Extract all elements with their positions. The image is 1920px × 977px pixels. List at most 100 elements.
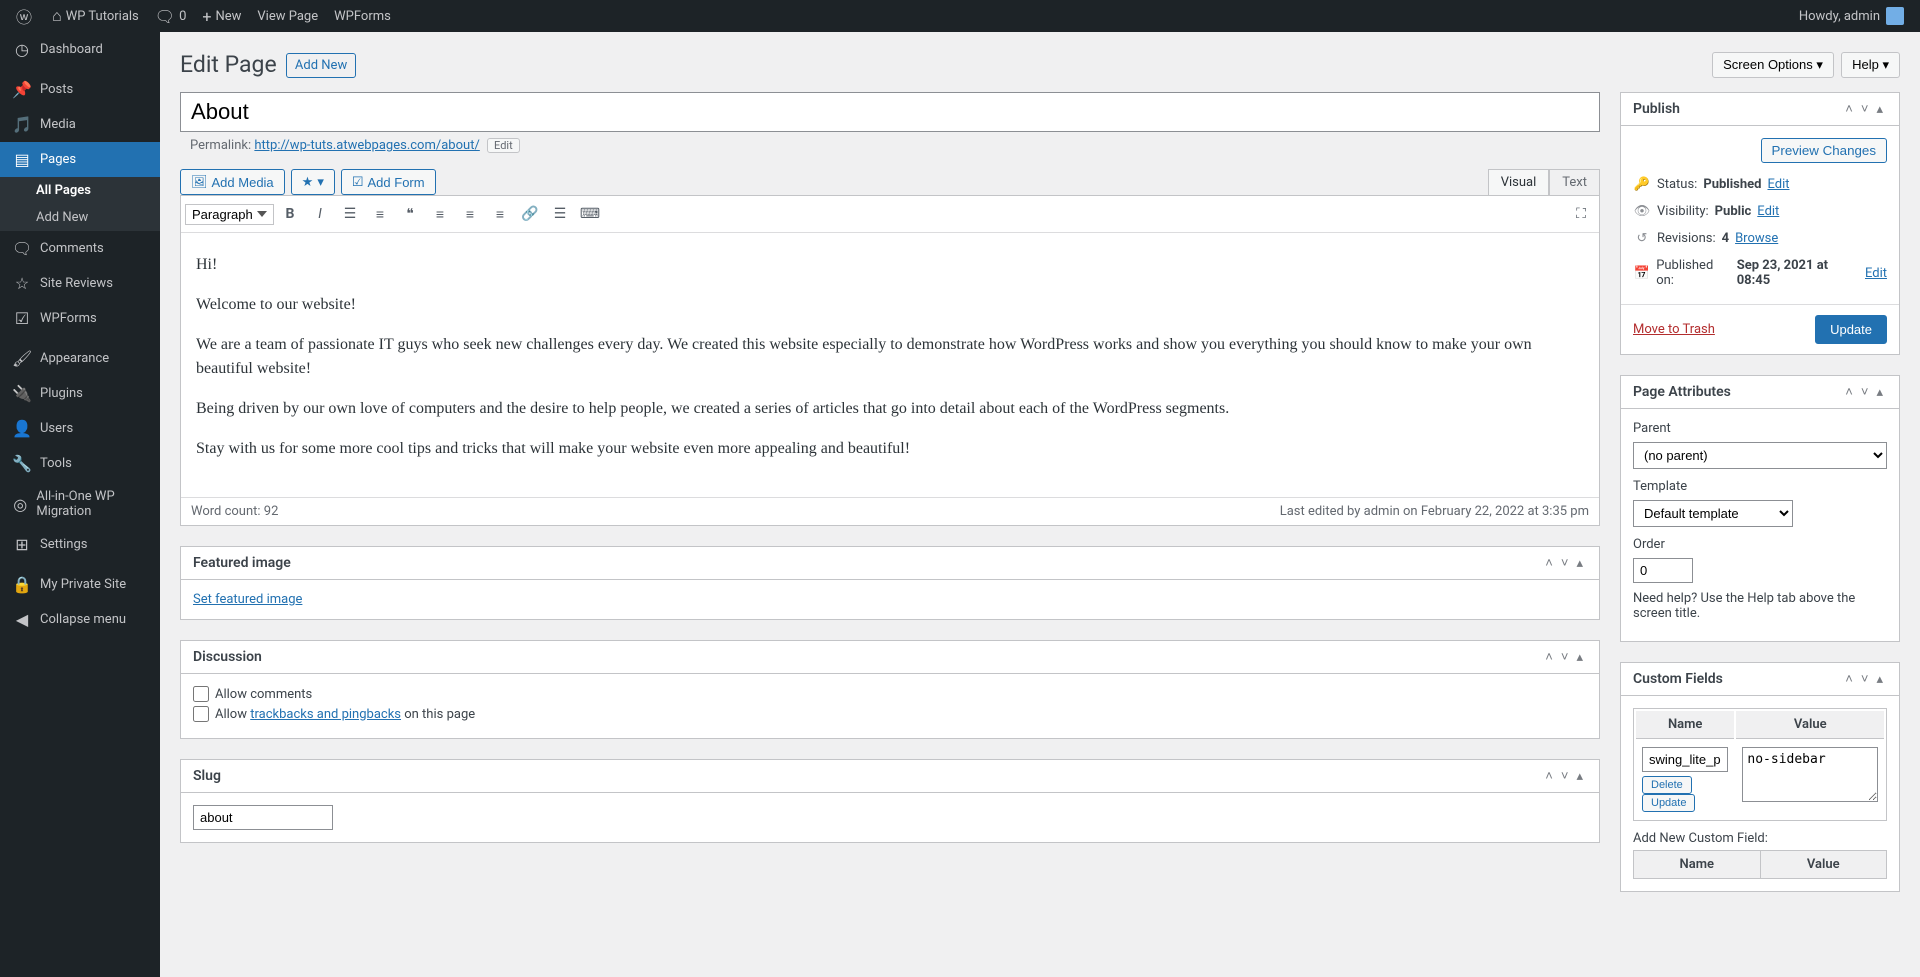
slug-input[interactable] — [193, 805, 333, 830]
menu-wpforms[interactable]: ☑WPForms — [0, 301, 160, 336]
fullscreen-button[interactable]: ⛶ — [1567, 200, 1595, 228]
wordpress-icon: ⓦ — [16, 4, 32, 28]
panel-down-icon[interactable]: ˅ — [1857, 101, 1873, 117]
visual-tab[interactable]: Visual — [1488, 169, 1550, 195]
ol-button[interactable]: ≡ — [366, 200, 394, 228]
panel-up-icon[interactable]: ˄ — [1841, 671, 1857, 687]
menu-comments[interactable]: 🗨Comments — [0, 231, 160, 266]
panel-toggle-icon[interactable]: ▴ — [1872, 385, 1887, 400]
edit-visibility-link[interactable]: Edit — [1757, 204, 1779, 219]
cf-value-textarea[interactable]: no-sidebar — [1742, 747, 1878, 802]
link-button[interactable]: 🔗 — [516, 200, 544, 228]
panel-toggle-icon[interactable]: ▴ — [1872, 672, 1887, 687]
toggle-toolbar-button[interactable]: ⌨ — [576, 200, 604, 228]
allow-trackbacks-checkbox[interactable] — [193, 706, 209, 722]
panel-down-icon[interactable]: ˅ — [1857, 671, 1873, 687]
submenu-add-new[interactable]: Add New — [0, 204, 160, 231]
editor-body[interactable]: Hi! Welcome to our website! We are a tea… — [181, 233, 1599, 497]
help-button[interactable]: Help ▾ — [1841, 52, 1900, 78]
preview-changes-button[interactable]: Preview Changes — [1761, 138, 1887, 163]
panel-up-icon[interactable]: ˄ — [1541, 768, 1557, 784]
menu-appearance[interactable]: 🖌Appearance — [0, 341, 160, 376]
permalink-url[interactable]: http://wp-tuts.atwebpages.com/about/ — [254, 138, 479, 153]
submenu-all-pages[interactable]: All Pages — [0, 177, 160, 204]
collapse-icon: ◀ — [12, 610, 32, 629]
new-content-link[interactable]: +New — [194, 0, 249, 32]
admin-menu: ◷Dashboard 📌Posts 🎵Media ▤Pages All Page… — [0, 32, 160, 637]
menu-pages[interactable]: ▤Pages — [0, 142, 160, 177]
cf-update-button[interactable]: Update — [1642, 794, 1695, 812]
star-dropdown-button[interactable]: ★▾ — [291, 169, 335, 195]
edit-slug-button[interactable]: Edit — [487, 138, 520, 153]
move-to-trash-link[interactable]: Move to Trash — [1633, 322, 1715, 337]
menu-dashboard[interactable]: ◷Dashboard — [0, 32, 160, 67]
slug-title: Slug — [193, 768, 1541, 784]
dashboard-icon: ◷ — [12, 40, 32, 59]
browse-revisions-link[interactable]: Browse — [1735, 231, 1778, 246]
user-icon: 👤 — [12, 419, 32, 438]
menu-plugins[interactable]: 🔌Plugins — [0, 376, 160, 411]
panel-up-icon[interactable]: ˄ — [1841, 384, 1857, 400]
word-count: Word count: 92 — [191, 504, 278, 519]
site-name-link[interactable]: ⌂WP Tutorials — [44, 0, 147, 32]
panel-toggle-icon[interactable]: ▴ — [1572, 556, 1587, 571]
edit-date-link[interactable]: Edit — [1865, 266, 1887, 281]
menu-site-reviews[interactable]: ☆Site Reviews — [0, 266, 160, 301]
title-input[interactable] — [180, 92, 1600, 132]
ul-button[interactable]: ☰ — [336, 200, 364, 228]
menu-users[interactable]: 👤Users — [0, 411, 160, 446]
panel-up-icon[interactable]: ˄ — [1841, 101, 1857, 117]
add-form-button[interactable]: ☑Add Form — [341, 169, 436, 195]
bold-button[interactable]: B — [276, 200, 304, 228]
home-icon: ⌂ — [52, 6, 62, 26]
panel-toggle-icon[interactable]: ▴ — [1572, 650, 1587, 665]
menu-collapse[interactable]: ◀Collapse menu — [0, 602, 160, 637]
template-select[interactable]: Default template — [1633, 500, 1793, 527]
trackbacks-link[interactable]: trackbacks and pingbacks — [250, 707, 401, 722]
more-button[interactable]: ☰ — [546, 200, 574, 228]
comment-icon: 🗨 — [155, 7, 175, 26]
pin-icon: 📌 — [12, 80, 32, 99]
panel-down-icon[interactable]: ˅ — [1857, 384, 1873, 400]
quote-button[interactable]: ❝ — [396, 200, 424, 228]
menu-media[interactable]: 🎵Media — [0, 107, 160, 142]
parent-select[interactable]: (no parent) — [1633, 442, 1887, 469]
menu-settings[interactable]: ⊞Settings — [0, 527, 160, 562]
set-featured-image-link[interactable]: Set featured image — [193, 592, 302, 607]
panel-down-icon[interactable]: ˅ — [1557, 555, 1573, 571]
align-center-button[interactable]: ≡ — [456, 200, 484, 228]
panel-down-icon[interactable]: ˅ — [1557, 768, 1573, 784]
edit-status-link[interactable]: Edit — [1767, 177, 1789, 192]
panel-up-icon[interactable]: ˄ — [1541, 649, 1557, 665]
add-new-button[interactable]: Add New — [286, 53, 356, 78]
discussion-title: Discussion — [193, 649, 1541, 665]
add-media-button[interactable]: 🖼Add Media — [180, 169, 285, 195]
view-page-link[interactable]: View Page — [249, 0, 326, 32]
menu-private-site[interactable]: 🔒My Private Site — [0, 567, 160, 602]
format-select[interactable]: Paragraph — [185, 204, 274, 225]
wpforms-link[interactable]: WPForms — [326, 0, 399, 32]
align-left-button[interactable]: ≡ — [426, 200, 454, 228]
panel-toggle-icon[interactable]: ▴ — [1872, 102, 1887, 117]
media-icon: 🖼 — [191, 174, 208, 190]
wp-logo[interactable]: ⓦ — [8, 0, 44, 32]
calendar-icon: 📅 — [1633, 266, 1650, 281]
publish-title: Publish — [1633, 101, 1841, 117]
user-account[interactable]: Howdy, admin — [1791, 0, 1912, 32]
screen-options-button[interactable]: Screen Options ▾ — [1712, 52, 1834, 78]
allow-comments-checkbox[interactable] — [193, 686, 209, 702]
menu-posts[interactable]: 📌Posts — [0, 72, 160, 107]
cf-name-input[interactable] — [1642, 747, 1728, 772]
panel-up-icon[interactable]: ˄ — [1541, 555, 1557, 571]
order-input[interactable] — [1633, 558, 1693, 583]
panel-down-icon[interactable]: ˅ — [1557, 649, 1573, 665]
update-button[interactable]: Update — [1815, 315, 1887, 344]
text-tab[interactable]: Text — [1549, 169, 1600, 195]
menu-tools[interactable]: 🔧Tools — [0, 446, 160, 481]
italic-button[interactable]: I — [306, 200, 334, 228]
cf-delete-button[interactable]: Delete — [1642, 776, 1692, 794]
panel-toggle-icon[interactable]: ▴ — [1572, 769, 1587, 784]
menu-aio-migration[interactable]: ◎All-in-One WP Migration — [0, 481, 160, 527]
align-right-button[interactable]: ≡ — [486, 200, 514, 228]
comments-link[interactable]: 🗨0 — [147, 0, 195, 32]
